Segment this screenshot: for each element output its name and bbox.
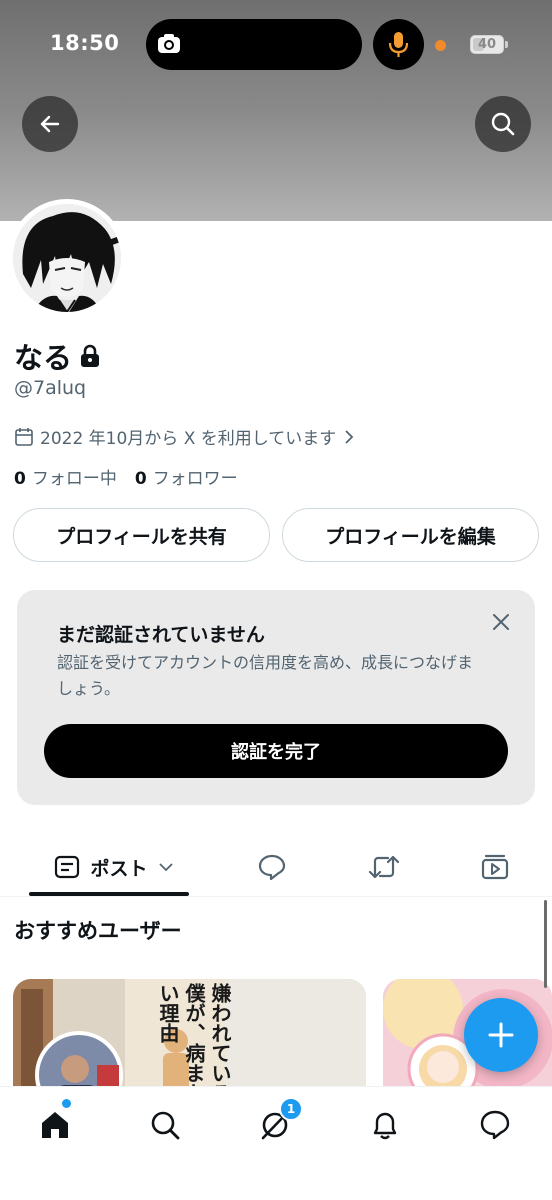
close-icon[interactable] [491,612,511,632]
bottom-navigation: 1 [0,1086,552,1200]
repost-icon [368,855,400,879]
search-icon [491,112,515,136]
nav-home[interactable] [33,1103,77,1147]
verification-card: まだ認証されていません 認証を受けてアカウントの信用度を高め、成長につなげましょ… [17,590,535,805]
nav-messages[interactable] [473,1103,517,1147]
status-time: 18:50 [50,31,120,55]
video-icon [481,854,509,880]
replies-icon [258,854,286,881]
display-name: なる [14,335,100,377]
nav-notifications[interactable] [363,1103,407,1147]
tab-divider [0,896,552,897]
share-profile-button[interactable]: プロフィールを共有 [13,508,270,562]
plus-icon [488,1022,514,1048]
camera-icon [158,34,180,53]
verification-title: まだ認証されていません [57,624,265,646]
complete-verification-button[interactable]: 認証を完了 [44,724,508,778]
avatar[interactable] [8,199,126,317]
recording-dot [435,40,446,51]
display-name-text: なる [14,341,73,375]
home-unread-dot [62,1099,71,1108]
following-link[interactable]: 0 フォロー中 [14,464,117,489]
lock-icon [81,344,100,367]
search-button[interactable] [475,96,531,152]
tab-posts[interactable]: ポスト [44,846,184,888]
joined-text: 2022 年10月から X を利用しています [40,429,337,449]
tab-replies[interactable] [250,846,294,888]
arrow-left-icon [40,115,60,133]
chevron-right-icon [345,429,354,444]
joined-date[interactable]: 2022 年10月から X を利用しています [14,424,356,449]
dynamic-island [146,19,362,70]
tab-reposts[interactable] [362,846,406,888]
battery-tip [505,41,508,48]
followers-link[interactable]: 0 フォロワー [135,464,238,489]
posts-icon [55,855,80,879]
microphone-indicator [373,19,424,70]
message-icon [480,1110,510,1140]
tab-videos[interactable] [473,846,517,888]
search-icon [151,1111,180,1140]
battery-percent: 40 [477,37,497,52]
profile-handle: @7aluq [14,377,87,399]
bell-icon [373,1112,397,1140]
notification-badge: 1 [279,1097,303,1121]
verification-body: 認証を受けてアカウントの信用度を高め、成長につなげましょう。 [57,653,474,698]
chevron-down-icon [158,863,173,872]
back-button[interactable] [22,96,78,152]
home-icon [42,1112,68,1138]
calendar-icon [15,427,33,446]
scroll-indicator [544,900,547,988]
compose-post-button[interactable] [464,998,538,1072]
nav-search[interactable] [143,1103,187,1147]
follow-stats: 0 フォロー中 0 フォロワー [14,464,238,489]
suggested-users-title: おすすめユーザー [14,919,182,943]
battery-indicator: 40 [470,35,504,54]
tab-posts-label: ポスト [90,857,148,880]
edit-profile-button[interactable]: プロフィールを編集 [282,508,539,562]
avatar-illustration [13,204,121,312]
microphone-icon [388,32,409,57]
